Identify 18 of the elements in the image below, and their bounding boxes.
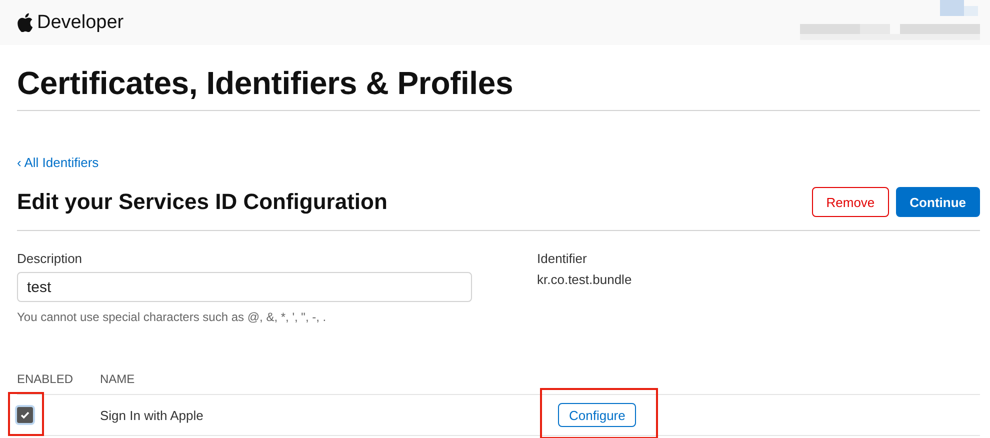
checkbox[interactable] xyxy=(17,407,33,423)
field-label: Identifier xyxy=(537,251,588,266)
continue-button[interactable]: Continue xyxy=(896,187,980,217)
table-cell: Sign In with Apple xyxy=(100,394,540,436)
back-link[interactable]: ‹ All Identifiers xyxy=(17,155,99,170)
column-header: NAME xyxy=(100,372,540,394)
section-title: Edit your Services ID Configuration xyxy=(17,189,388,215)
remove-button[interactable]: Remove xyxy=(812,187,889,217)
brand-name[interactable]: Developer xyxy=(37,12,124,34)
description-field[interactable]: test xyxy=(17,272,472,302)
field-label: Description xyxy=(17,251,84,266)
checkmark-icon xyxy=(20,410,30,420)
identifier-value: kr.co.test.bundle xyxy=(537,272,633,287)
field-hint: You cannot use special characters such as @, &, *, ', ", -, . xyxy=(17,310,328,324)
column-header: ENABLED xyxy=(17,372,100,394)
configure-button[interactable]: Configure xyxy=(558,403,636,427)
page-title: Certificates, Identifiers & Profiles xyxy=(17,65,980,111)
apple-logo-icon xyxy=(17,13,33,32)
